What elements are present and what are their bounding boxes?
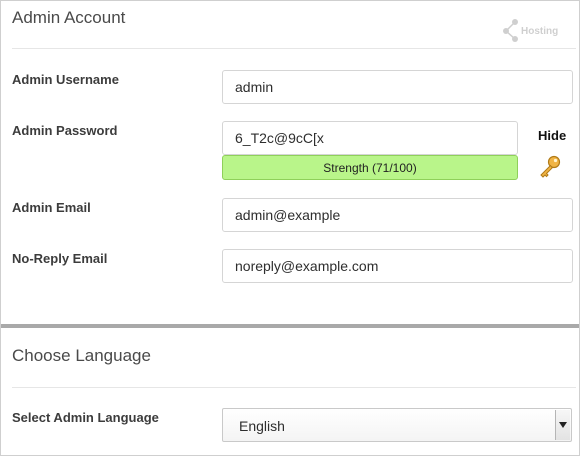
password-strength-text: Strength (71/100) bbox=[323, 160, 417, 175]
admin-username-label: Admin Username bbox=[12, 72, 119, 87]
admin-language-label: Select Admin Language bbox=[12, 410, 159, 425]
noreply-email-input[interactable] bbox=[222, 249, 573, 283]
chevron-down-icon[interactable] bbox=[555, 410, 570, 440]
logo-text: Hosting bbox=[521, 26, 558, 37]
password-strength-meter: Strength (71/100) bbox=[222, 155, 518, 180]
admin-email-label: Admin Email bbox=[12, 200, 91, 215]
admin-language-selected: English bbox=[239, 418, 285, 434]
admin-email-input[interactable] bbox=[222, 198, 573, 232]
hide-password-toggle[interactable]: Hide bbox=[538, 128, 566, 143]
noreply-email-label: No-Reply Email bbox=[12, 251, 108, 266]
admin-password-label: Admin Password bbox=[12, 123, 118, 138]
admin-password-input[interactable] bbox=[222, 121, 518, 155]
choose-language-title: Choose Language bbox=[12, 346, 151, 365]
install-form-panel: Admin Account Hosting Admin Username Adm… bbox=[0, 0, 580, 456]
admin-language-select[interactable]: English bbox=[222, 408, 572, 442]
section-divider bbox=[12, 48, 576, 49]
section-separator bbox=[1, 324, 579, 328]
admin-account-title: Admin Account bbox=[12, 8, 126, 27]
section-divider bbox=[12, 387, 576, 388]
key-icon[interactable] bbox=[537, 154, 563, 180]
admin-username-input[interactable] bbox=[222, 70, 573, 104]
hosting-logo-icon: Hosting bbox=[503, 19, 558, 42]
